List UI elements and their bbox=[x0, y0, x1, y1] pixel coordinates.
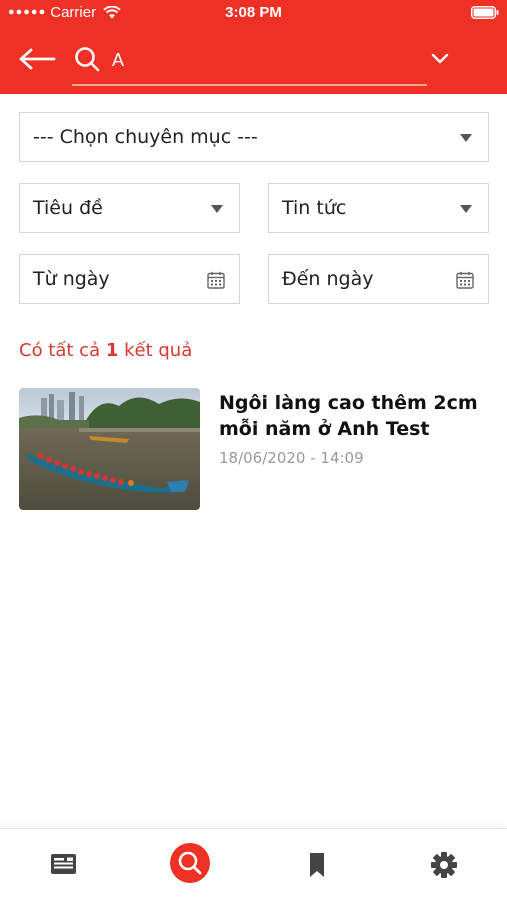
search-icon bbox=[170, 843, 210, 883]
calendar-icon bbox=[456, 271, 474, 289]
search-icon bbox=[75, 47, 100, 72]
search-row bbox=[0, 38, 507, 88]
content-type-select-label: Tin tức bbox=[282, 197, 347, 219]
article-list-item[interactable]: Ngôi làng cao thêm 2cm mỗi năm ở Anh Tes… bbox=[19, 388, 489, 510]
dropdown-caret-icon bbox=[460, 205, 472, 213]
result-count-suffix: kết quả bbox=[118, 340, 193, 361]
to-date-field[interactable]: Đến ngày bbox=[268, 254, 489, 304]
bottom-tab-bar bbox=[0, 828, 507, 901]
result-count-number: 1 bbox=[105, 340, 119, 361]
status-bar: ●●●●● Carrier 3:08 PM bbox=[0, 0, 507, 26]
result-count: Có tất cả 1 kết quả bbox=[19, 340, 192, 361]
battery-icon bbox=[471, 6, 499, 19]
category-select-label: --- Chọn chuyên mục --- bbox=[33, 126, 258, 148]
tab-news[interactable] bbox=[0, 829, 126, 901]
calendar-icon bbox=[207, 271, 225, 289]
result-count-prefix: Có tất cả bbox=[19, 340, 106, 361]
back-arrow-icon[interactable] bbox=[18, 47, 56, 71]
article-thumbnail bbox=[19, 388, 200, 510]
search-field-select-label: Tiêu đề bbox=[33, 197, 103, 219]
search-input[interactable] bbox=[112, 46, 412, 74]
bookmark-icon bbox=[310, 853, 324, 877]
tab-search[interactable] bbox=[127, 829, 253, 901]
dropdown-caret-icon bbox=[211, 205, 223, 213]
from-date-label: Từ ngày bbox=[33, 268, 110, 290]
category-select[interactable]: --- Chọn chuyên mục --- bbox=[19, 112, 489, 162]
article-date: 18/06/2020 - 14:09 bbox=[219, 449, 364, 467]
content-type-select[interactable]: Tin tức bbox=[268, 183, 489, 233]
from-date-field[interactable]: Từ ngày bbox=[19, 254, 240, 304]
app-header: ●●●●● Carrier 3:08 PM bbox=[0, 0, 507, 94]
dropdown-caret-icon bbox=[460, 134, 472, 142]
search-field[interactable] bbox=[72, 38, 427, 86]
status-time: 3:08 PM bbox=[225, 4, 282, 21]
search-field-select[interactable]: Tiêu đề bbox=[19, 183, 240, 233]
to-date-label: Đến ngày bbox=[282, 268, 374, 290]
gear-icon bbox=[431, 852, 457, 878]
tab-bookmarks[interactable] bbox=[254, 829, 380, 901]
chevron-down-icon[interactable] bbox=[430, 52, 450, 66]
tab-settings[interactable] bbox=[381, 829, 507, 901]
article-title[interactable]: Ngôi làng cao thêm 2cm mỗi năm ở Anh Tes… bbox=[219, 390, 479, 442]
dragon-boat-race-photo bbox=[19, 388, 200, 510]
news-card-icon bbox=[51, 854, 76, 874]
